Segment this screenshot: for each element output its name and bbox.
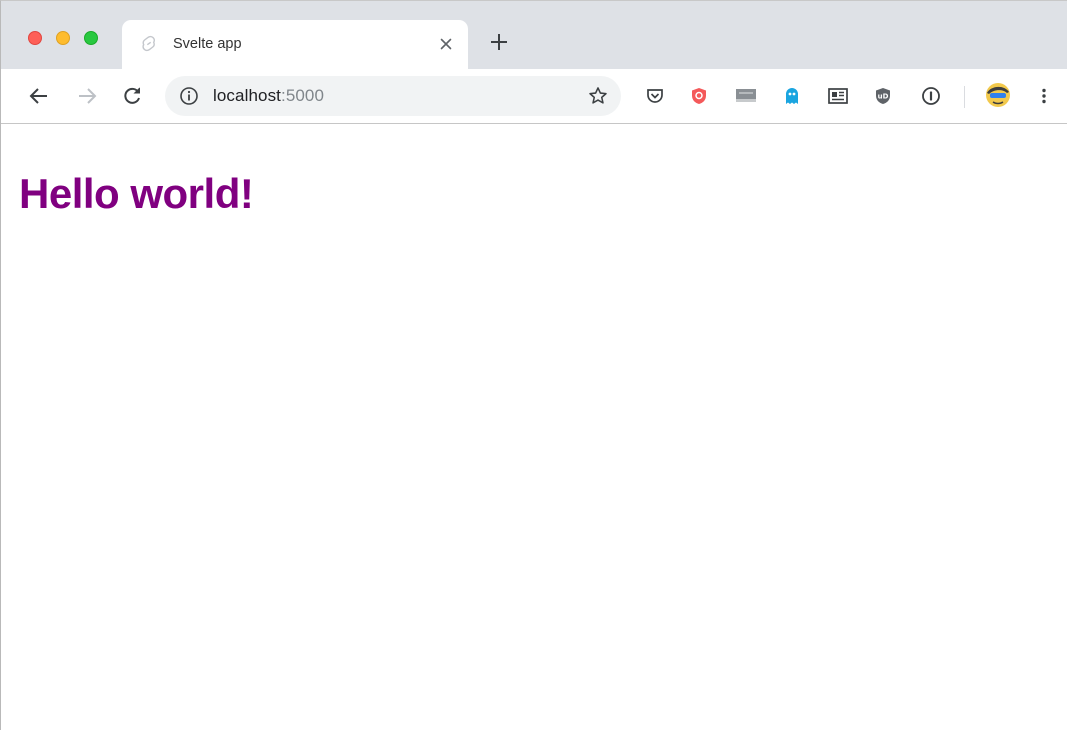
- browser-toolbar: localhost:5000 uD: [1, 69, 1067, 124]
- window-minimize-button[interactable]: [56, 31, 70, 45]
- ublock-origin-icon[interactable]: uD: [871, 84, 895, 108]
- page-heading: Hello world!: [19, 170, 254, 217]
- window-maximize-button[interactable]: [84, 31, 98, 45]
- toolbar-separator: [964, 86, 965, 108]
- menu-kebab-icon[interactable]: [1032, 84, 1056, 108]
- star-icon[interactable]: [587, 85, 609, 107]
- reload-button[interactable]: [120, 84, 144, 108]
- arrow-left-icon: [29, 88, 47, 104]
- reader-mode-icon[interactable]: [826, 84, 850, 108]
- forward-button[interactable]: [75, 84, 99, 108]
- address-host: localhost: [213, 86, 281, 105]
- new-tab-button[interactable]: [487, 30, 511, 54]
- address-text[interactable]: localhost:5000: [213, 86, 324, 106]
- plus-icon: [491, 34, 507, 50]
- pocket-icon[interactable]: [643, 84, 667, 108]
- address-bar[interactable]: localhost:5000: [165, 76, 621, 116]
- browser-window: Svelte app localhost:5000 uD Hello world…: [0, 0, 1067, 730]
- info-icon[interactable]: [179, 86, 199, 106]
- address-port: :5000: [281, 86, 325, 105]
- profile-avatar-icon[interactable]: [984, 81, 1012, 109]
- arrow-right-icon: [79, 88, 97, 104]
- ghost-icon[interactable]: [780, 84, 804, 108]
- svelte-favicon-icon: [140, 35, 158, 53]
- tab-strip: Svelte app: [1, 1, 1067, 70]
- red-shield-icon[interactable]: [687, 84, 711, 108]
- screenshot-extension-icon[interactable]: [734, 84, 758, 108]
- window-close-button[interactable]: [28, 31, 42, 45]
- tab-svelte-app[interactable]: Svelte app: [122, 20, 468, 70]
- reload-icon: [124, 87, 140, 104]
- tab-title: Svelte app: [173, 36, 242, 52]
- back-button[interactable]: [27, 84, 51, 108]
- page-viewport: Hello world!: [1, 124, 1067, 730]
- svg-text:uD: uD: [878, 93, 889, 101]
- 1password-icon[interactable]: [919, 84, 943, 108]
- close-icon[interactable]: [436, 34, 456, 54]
